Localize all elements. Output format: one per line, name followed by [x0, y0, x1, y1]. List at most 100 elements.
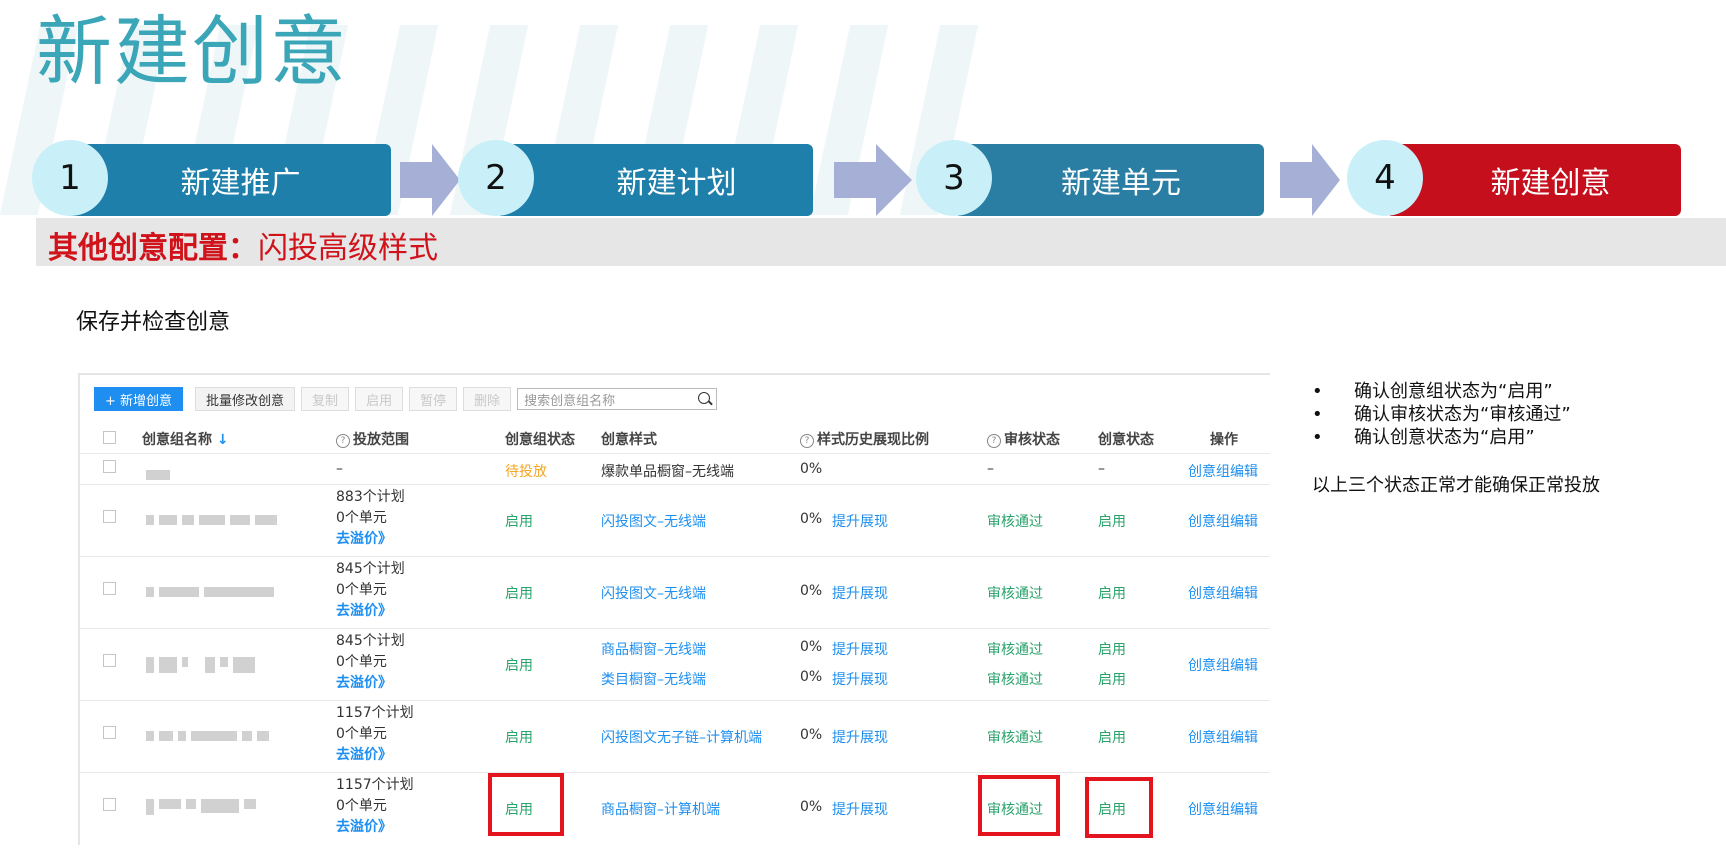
batch-edit-button[interactable]: 批量修改创意	[195, 387, 296, 411]
style-link[interactable]: 闪投图文无子链–计算机端	[601, 727, 762, 747]
notes-panel: 确认创意组状态为“启用” 确认审核状态为“审核通过” 确认创意状态为“启用” 以…	[1312, 380, 1600, 497]
blurred-name	[146, 587, 274, 599]
style-link[interactable]: 商品橱窗–计算机端	[601, 799, 720, 819]
blurred-name	[146, 799, 256, 815]
row-checkbox[interactable]	[103, 798, 116, 811]
unit-count: 0个单元	[336, 582, 387, 598]
edit-group-link[interactable]: 创意组编辑	[1188, 727, 1258, 747]
help-icon[interactable]: ?	[987, 434, 1001, 448]
blurred-name	[146, 731, 269, 743]
group-status: 启用	[505, 730, 533, 746]
pause-button[interactable]: 暂停	[409, 387, 458, 411]
scope-value: –	[336, 461, 343, 477]
copy-button[interactable]: 复制	[301, 387, 350, 411]
creative-list-panel: + 新增创意 批量修改创意 复制 启用 暂停 删除 搜索创意组名称 创意组名称 …	[78, 373, 1270, 845]
premium-link[interactable]: 去溢价》	[336, 601, 405, 622]
style-link[interactable]: 类目橱窗–无线端	[601, 669, 706, 689]
note-item: 确认创意状态为“启用”	[1312, 426, 1600, 449]
table-row: – 待投放 爆款单品橱窗–无线端 0% – – 创意组编辑	[80, 453, 1270, 485]
slide-title: 新建创意	[36, 7, 348, 96]
review-status: 审核通过	[987, 642, 1043, 658]
slide-subtitle: 保存并检查创意	[76, 310, 231, 335]
style-link[interactable]: 商品橱窗–无线端	[601, 639, 706, 659]
delete-button[interactable]: 删除	[463, 387, 512, 411]
header-name[interactable]: 创意组名称	[142, 432, 212, 448]
sort-down-icon[interactable]: ↓	[212, 432, 229, 448]
row-checkbox[interactable]	[103, 510, 116, 523]
banner-heading: 其他创意配置：	[48, 231, 258, 266]
table-row: 883个计划 0个单元 去溢价》 启用 闪投图文–无线端 0% 提升展现 审核通…	[80, 484, 1270, 557]
creative-status: 启用	[1098, 586, 1126, 602]
step-3: 新建单元	[958, 144, 1264, 216]
style-name: 爆款单品橱窗–无线端	[601, 464, 734, 480]
help-icon[interactable]: ?	[336, 434, 350, 448]
header-action: 操作	[1210, 432, 1238, 448]
unit-count: 0个单元	[336, 726, 387, 742]
plan-count: 883个计划	[336, 489, 405, 505]
premium-link[interactable]: 去溢价》	[336, 673, 405, 694]
boost-link[interactable]: 提升展现	[832, 799, 888, 819]
premium-link[interactable]: 去溢价》	[336, 529, 405, 550]
group-status: 启用	[505, 514, 533, 530]
step-1-label: 新建推广	[180, 166, 301, 201]
row-checkbox[interactable]	[103, 726, 116, 739]
note-item: 确认创意组状态为“启用”	[1312, 380, 1600, 403]
edit-group-link[interactable]: 创意组编辑	[1188, 799, 1258, 819]
premium-link[interactable]: 去溢价》	[336, 817, 414, 838]
step-1: 新建推广	[70, 144, 391, 216]
boost-link[interactable]: 提升展现	[832, 669, 888, 689]
creative-status: –	[1098, 461, 1105, 477]
boost-link[interactable]: 提升展现	[832, 727, 888, 747]
search-placeholder: 搜索创意组名称	[524, 393, 616, 409]
premium-link[interactable]: 去溢价》	[336, 745, 414, 766]
search-input[interactable]: 搜索创意组名称	[517, 388, 718, 410]
boost-link[interactable]: 提升展现	[832, 511, 888, 531]
row-checkbox[interactable]	[103, 460, 116, 473]
table-row: 1157个计划 0个单元 去溢价》 启用 闪投图文无子链–计算机端 0% 提升展…	[80, 700, 1270, 773]
ratio-value: 0%	[800, 461, 823, 477]
edit-group-link[interactable]: 创意组编辑	[1188, 655, 1258, 675]
table-row: 845个计划 0个单元 去溢价》 启用 商品橱窗–无线端 0% 提升展现 审核通…	[80, 628, 1270, 701]
edit-group-link[interactable]: 创意组编辑	[1188, 583, 1258, 603]
row-checkbox[interactable]	[103, 654, 116, 667]
group-status: 待投放	[505, 464, 547, 480]
review-status: 审核通过	[987, 586, 1043, 602]
blurred-name	[146, 657, 255, 673]
row-checkbox[interactable]	[103, 582, 116, 595]
step-2-number: 2	[458, 140, 534, 216]
header-scope: 投放范围	[353, 432, 409, 448]
toolbar: + 新增创意 批量修改创意 复制 启用 暂停 删除 搜索创意组名称	[94, 387, 718, 411]
arrow-right-icon	[1280, 144, 1340, 216]
search-icon[interactable]	[698, 392, 711, 404]
boost-link[interactable]: 提升展现	[832, 639, 888, 659]
style-link[interactable]: 闪投图文–无线端	[601, 583, 706, 603]
section-banner: 其他创意配置：闪投高级样式	[36, 218, 1726, 266]
header-review: 审核状态	[1004, 432, 1060, 448]
edit-group-link[interactable]: 创意组编辑	[1188, 461, 1258, 481]
arrow-right-icon	[834, 144, 912, 216]
plan-count: 1157个计划	[336, 777, 414, 793]
select-all-checkbox[interactable]	[103, 431, 116, 444]
edit-group-link[interactable]: 创意组编辑	[1188, 511, 1258, 531]
ratio-value: 0%	[800, 639, 823, 655]
table-header: 创意组名称 ↓ ? 投放范围 创意组状态 创意样式 ? 样式历史展现比例 ? 审核状态…	[80, 423, 1270, 453]
ratio-value: 0%	[800, 511, 823, 527]
unit-count: 0个单元	[336, 654, 387, 670]
plan-count: 1157个计划	[336, 705, 414, 721]
enable-button[interactable]: 启用	[355, 387, 404, 411]
creative-status: 启用	[1098, 642, 1126, 658]
ratio-value: 0%	[800, 799, 823, 815]
highlight-creative-status	[1085, 777, 1153, 838]
creative-status: 启用	[1098, 514, 1126, 530]
step-3-label: 新建单元	[1061, 166, 1181, 201]
header-creative-status: 创意状态	[1098, 432, 1154, 448]
boost-link[interactable]: 提升展现	[832, 583, 888, 603]
table-row: 845个计划 0个单元 去溢价》 启用 闪投图文–无线端 0% 提升展现 审核通…	[80, 556, 1270, 629]
add-creative-button[interactable]: + 新增创意	[94, 387, 184, 411]
review-status: 审核通过	[987, 672, 1043, 688]
step-4-label: 新建创意	[1490, 166, 1611, 201]
help-icon[interactable]: ?	[800, 434, 814, 448]
style-link[interactable]: 闪投图文–无线端	[601, 511, 706, 531]
highlight-review-status	[978, 775, 1060, 836]
plan-count: 845个计划	[336, 561, 405, 577]
